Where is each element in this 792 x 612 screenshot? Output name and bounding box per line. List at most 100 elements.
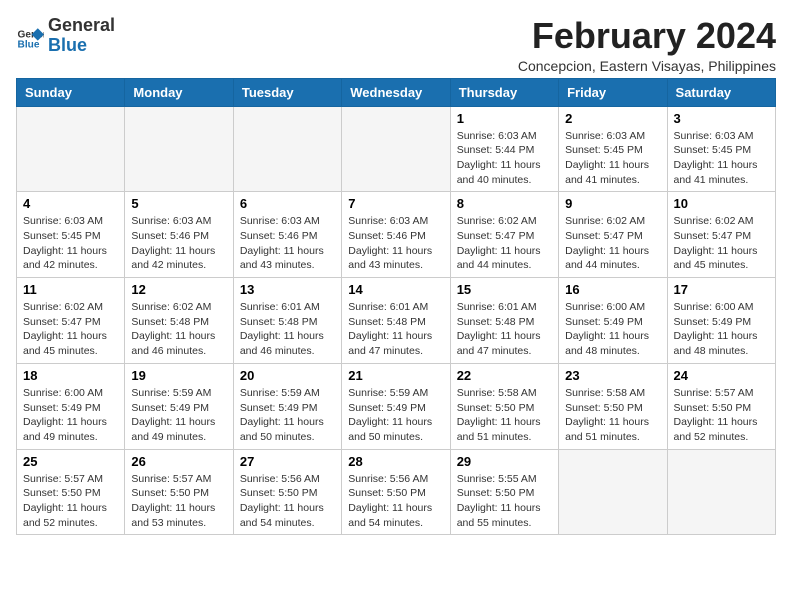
calendar-cell: 27 Sunrise: 5:56 AMSunset: 5:50 PMDayligh… xyxy=(233,449,341,535)
day-number: 7 xyxy=(348,196,443,211)
calendar-cell: 17 Sunrise: 6:00 AMSunset: 5:49 PMDayligh… xyxy=(667,278,775,364)
day-info: Sunrise: 5:59 AMSunset: 5:49 PMDaylight:… xyxy=(240,386,335,445)
calendar-cell: 9Sunrise: 6:02 AMSunset: 5:47 PMDaylight… xyxy=(559,192,667,278)
calendar-cell: 24Sunrise: 5:57 AMSunset: 5:50 PMDayligh… xyxy=(667,363,775,449)
calendar-cell: 14Sunrise: 6:01 AMSunset: 5:48 PMDayligh… xyxy=(342,278,450,364)
day-info: Sunrise: 5:59 AMSunset: 5:49 PMDaylight:… xyxy=(131,386,226,445)
day-info: Sunrise: 6:03 AMSunset: 5:45 PMDaylight:… xyxy=(23,214,118,273)
day-info: Sunrise: 5:55 AMSunset: 5:50 PMDaylight:… xyxy=(457,472,552,531)
day-info: Sunrise: 6:02 AMSunset: 5:47 PMDaylight:… xyxy=(23,300,118,359)
day-number: 23 xyxy=(565,368,660,383)
calendar-cell xyxy=(125,106,233,192)
day-info: Sunrise: 6:02 AMSunset: 5:48 PMDaylight:… xyxy=(131,300,226,359)
calendar-cell: 4 Sunrise: 6:03 AMSunset: 5:45 PMDaylight… xyxy=(17,192,125,278)
day-info: Sunrise: 6:00 AMSunset: 5:49 PMDaylight:… xyxy=(674,300,769,359)
day-number: 28 xyxy=(348,454,443,469)
day-info: Sunrise: 5:57 AMSunset: 5:50 PMDaylight:… xyxy=(131,472,226,531)
header-day-friday: Friday xyxy=(559,78,667,106)
calendar-cell: 22 Sunrise: 5:58 AMSunset: 5:50 PMDayligh… xyxy=(450,363,558,449)
logo: General Blue General Blue xyxy=(16,16,115,56)
day-info: Sunrise: 6:00 AMSunset: 5:49 PMDaylight:… xyxy=(23,386,118,445)
calendar-cell: 7 Sunrise: 6:03 AMSunset: 5:46 PMDaylight… xyxy=(342,192,450,278)
calendar-week-row: 11 Sunrise: 6:02 AMSunset: 5:47 PMDayligh… xyxy=(17,278,776,364)
day-info: Sunrise: 5:58 AMSunset: 5:50 PMDaylight:… xyxy=(565,386,660,445)
logo-general-text: General xyxy=(48,15,115,35)
calendar-week-row: 1 Sunrise: 6:03 AMSunset: 5:44 PMDaylight… xyxy=(17,106,776,192)
day-info: Sunrise: 6:01 AMSunset: 5:48 PMDaylight:… xyxy=(240,300,335,359)
day-info: Sunrise: 5:57 AMSunset: 5:50 PMDaylight:… xyxy=(23,472,118,531)
day-number: 29 xyxy=(457,454,552,469)
calendar-cell: 23 Sunrise: 5:58 AMSunset: 5:50 PMDayligh… xyxy=(559,363,667,449)
day-number: 25 xyxy=(23,454,118,469)
day-info: Sunrise: 5:57 AMSunset: 5:50 PMDaylight:… xyxy=(674,386,769,445)
day-number: 2 xyxy=(565,111,660,126)
title-area: February 2024 Concepcion, Eastern Visaya… xyxy=(518,16,776,74)
calendar-cell: 16Sunrise: 6:00 AMSunset: 5:49 PMDayligh… xyxy=(559,278,667,364)
header-day-sunday: Sunday xyxy=(17,78,125,106)
day-number: 8 xyxy=(457,196,552,211)
header-day-monday: Monday xyxy=(125,78,233,106)
day-number: 10 xyxy=(674,196,769,211)
day-info: Sunrise: 5:56 AMSunset: 5:50 PMDaylight:… xyxy=(240,472,335,531)
day-number: 6 xyxy=(240,196,335,211)
calendar-week-row: 25 Sunrise: 5:57 AMSunset: 5:50 PMDayligh… xyxy=(17,449,776,535)
header-day-saturday: Saturday xyxy=(667,78,775,106)
day-number: 4 xyxy=(23,196,118,211)
day-number: 1 xyxy=(457,111,552,126)
logo-icon: General Blue xyxy=(16,22,44,50)
calendar-cell: 15 Sunrise: 6:01 AMSunset: 5:48 PMDayligh… xyxy=(450,278,558,364)
day-number: 22 xyxy=(457,368,552,383)
calendar-header-row: SundayMondayTuesdayWednesdayThursdayFrid… xyxy=(17,78,776,106)
calendar-cell xyxy=(17,106,125,192)
calendar-cell xyxy=(233,106,341,192)
calendar-cell xyxy=(559,449,667,535)
day-info: Sunrise: 5:56 AMSunset: 5:50 PMDaylight:… xyxy=(348,472,443,531)
calendar-cell: 10Sunrise: 6:02 AMSunset: 5:47 PMDayligh… xyxy=(667,192,775,278)
day-info: Sunrise: 6:03 AMSunset: 5:45 PMDaylight:… xyxy=(674,129,769,188)
calendar-cell: 1 Sunrise: 6:03 AMSunset: 5:44 PMDaylight… xyxy=(450,106,558,192)
calendar-cell: 8Sunrise: 6:02 AMSunset: 5:47 PMDaylight… xyxy=(450,192,558,278)
calendar-cell: 11 Sunrise: 6:02 AMSunset: 5:47 PMDayligh… xyxy=(17,278,125,364)
calendar-cell: 26 Sunrise: 5:57 AMSunset: 5:50 PMDayligh… xyxy=(125,449,233,535)
day-info: Sunrise: 6:03 AMSunset: 5:46 PMDaylight:… xyxy=(131,214,226,273)
day-info: Sunrise: 6:03 AMSunset: 5:46 PMDaylight:… xyxy=(348,214,443,273)
calendar-cell: 21Sunrise: 5:59 AMSunset: 5:49 PMDayligh… xyxy=(342,363,450,449)
day-info: Sunrise: 6:03 AMSunset: 5:45 PMDaylight:… xyxy=(565,129,660,188)
calendar-cell xyxy=(667,449,775,535)
calendar-cell xyxy=(342,106,450,192)
day-number: 18 xyxy=(23,368,118,383)
day-info: Sunrise: 6:01 AMSunset: 5:48 PMDaylight:… xyxy=(348,300,443,359)
day-info: Sunrise: 6:01 AMSunset: 5:48 PMDaylight:… xyxy=(457,300,552,359)
day-number: 21 xyxy=(348,368,443,383)
month-title: February 2024 xyxy=(518,16,776,56)
day-number: 5 xyxy=(131,196,226,211)
day-number: 27 xyxy=(240,454,335,469)
day-number: 11 xyxy=(23,282,118,297)
day-info: Sunrise: 5:58 AMSunset: 5:50 PMDaylight:… xyxy=(457,386,552,445)
calendar-cell: 25 Sunrise: 5:57 AMSunset: 5:50 PMDayligh… xyxy=(17,449,125,535)
calendar-cell: 5 Sunrise: 6:03 AMSunset: 5:46 PMDaylight… xyxy=(125,192,233,278)
day-info: Sunrise: 6:03 AMSunset: 5:44 PMDaylight:… xyxy=(457,129,552,188)
day-number: 26 xyxy=(131,454,226,469)
day-number: 12 xyxy=(131,282,226,297)
day-number: 17 xyxy=(674,282,769,297)
day-number: 15 xyxy=(457,282,552,297)
logo-blue-text: Blue xyxy=(48,35,87,55)
header-day-thursday: Thursday xyxy=(450,78,558,106)
calendar-cell: 12 Sunrise: 6:02 AMSunset: 5:48 PMDayligh… xyxy=(125,278,233,364)
calendar-cell: 6 Sunrise: 6:03 AMSunset: 5:46 PMDaylight… xyxy=(233,192,341,278)
calendar: SundayMondayTuesdayWednesdayThursdayFrid… xyxy=(16,78,776,536)
calendar-cell: 20Sunrise: 5:59 AMSunset: 5:49 PMDayligh… xyxy=(233,363,341,449)
day-info: Sunrise: 6:03 AMSunset: 5:46 PMDaylight:… xyxy=(240,214,335,273)
calendar-cell: 13Sunrise: 6:01 AMSunset: 5:48 PMDayligh… xyxy=(233,278,341,364)
day-number: 3 xyxy=(674,111,769,126)
header-day-tuesday: Tuesday xyxy=(233,78,341,106)
location-title: Concepcion, Eastern Visayas, Philippines xyxy=(518,58,776,74)
calendar-week-row: 18 Sunrise: 6:00 AMSunset: 5:49 PMDayligh… xyxy=(17,363,776,449)
day-number: 9 xyxy=(565,196,660,211)
calendar-cell: 29 Sunrise: 5:55 AMSunset: 5:50 PMDayligh… xyxy=(450,449,558,535)
calendar-week-row: 4 Sunrise: 6:03 AMSunset: 5:45 PMDaylight… xyxy=(17,192,776,278)
header: General Blue General Blue February 2024 … xyxy=(16,16,776,74)
calendar-cell: 28 Sunrise: 5:56 AMSunset: 5:50 PMDayligh… xyxy=(342,449,450,535)
calendar-cell: 18 Sunrise: 6:00 AMSunset: 5:49 PMDayligh… xyxy=(17,363,125,449)
